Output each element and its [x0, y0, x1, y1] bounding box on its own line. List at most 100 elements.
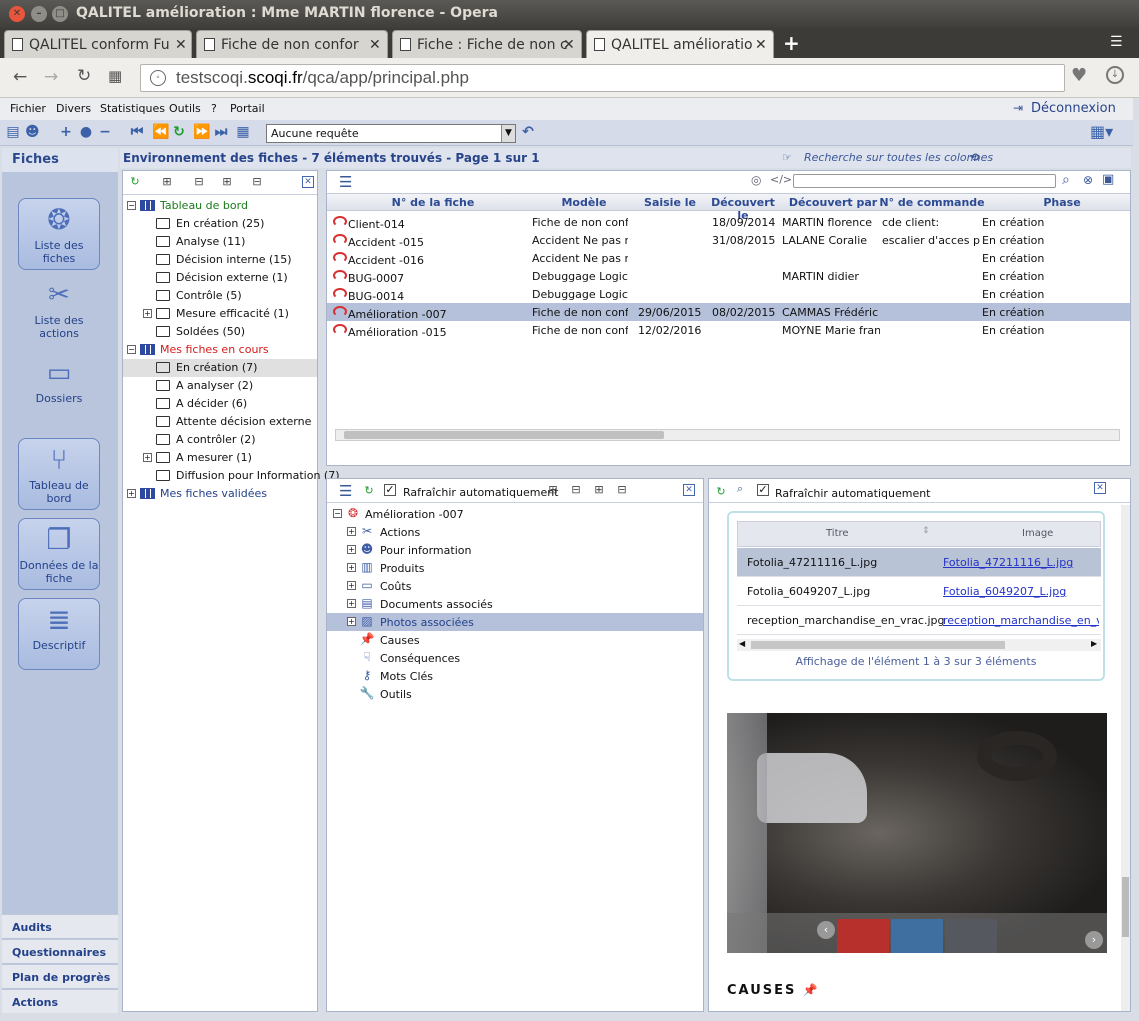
auto-refresh-checkbox[interactable]: ✓ — [384, 484, 396, 496]
grid-search-input[interactable] — [793, 174, 1056, 188]
tree-group-validated[interactable]: + Mes fiches validées — [123, 485, 317, 503]
detail-tree-node[interactable]: + ▤ Documents associés — [327, 595, 703, 613]
minimize-window-button[interactable]: – — [31, 6, 47, 22]
download-icon[interactable]: ↓ — [1106, 66, 1124, 84]
search-icon[interactable]: ⌕ — [1062, 172, 1070, 188]
chevron-down-icon[interactable]: ▼ — [501, 125, 515, 142]
expand-toggle-icon[interactable]: + — [347, 599, 356, 608]
menu-outils[interactable]: Outils — [169, 102, 201, 115]
sidebar-item-questionnaires[interactable]: Questionnaires — [2, 939, 118, 963]
tree-item[interactable]: A analyser (2) — [123, 377, 317, 395]
column-header-decouvert-par[interactable]: Découvert par — [783, 196, 883, 209]
expand-toggle-icon[interactable]: + — [347, 617, 356, 626]
code-icon[interactable]: </> — [770, 173, 792, 186]
column-header-commande[interactable]: N° de commande — [879, 196, 985, 209]
request-select[interactable]: Aucune requête ▼ — [266, 124, 516, 143]
grid-menu-icon[interactable]: ☰ — [339, 173, 352, 191]
tree-item[interactable]: A contrôler (2) — [123, 431, 317, 449]
table-row[interactable]: reception_marchandise_en_vrac.jpg recepti… — [737, 606, 1101, 635]
browser-tab-active[interactable]: QALITEL amélioratio ✕ — [586, 30, 774, 58]
search-all-refresh-icon[interactable]: ⟲ — [970, 151, 979, 164]
sidebar-item-liste-actions[interactable]: ✂ Liste des actions — [18, 278, 100, 340]
detail-tree-node[interactable]: + ✂ Actions — [327, 523, 703, 541]
next-photo-icon[interactable]: › — [1085, 931, 1103, 949]
thumbnail[interactable] — [837, 919, 889, 953]
table-row[interactable]: Client-014 Fiche de non confor 18/09/2014 M… — [327, 213, 1130, 231]
collapse-all-icon[interactable]: ⊟ — [570, 484, 582, 496]
last-page-icon[interactable]: ⏭ — [214, 125, 228, 139]
detail-tree-root[interactable]: − ❂ Amélioration -007 — [327, 505, 703, 523]
menu-divers[interactable]: Divers — [56, 102, 91, 115]
record-icon[interactable]: ● — [79, 125, 93, 139]
refresh-icon[interactable]: ↻ — [172, 125, 186, 139]
table-row[interactable]: Amélioration -007 Fiche de non confor 29/0… — [327, 303, 1130, 321]
previous-page-icon[interactable]: ⏪ — [152, 125, 169, 139]
photo-image-link[interactable]: Fotolia_6049207_L.jpg — [943, 585, 1099, 598]
close-tab-icon[interactable]: ✕ — [563, 37, 575, 53]
expand-icon[interactable]: ⊞ — [221, 176, 233, 188]
close-tab-icon[interactable]: ✕ — [175, 37, 187, 53]
next-page-icon[interactable]: ⏩ — [193, 125, 210, 139]
list-icon[interactable]: ▤ — [6, 125, 20, 139]
column-header-phase[interactable]: Phase — [1027, 196, 1097, 209]
scrollbar-thumb[interactable] — [344, 431, 664, 439]
sidebar-item-descriptif[interactable]: ≣ Descriptif — [18, 598, 100, 670]
detail-tree-node[interactable]: + ▥ Produits — [327, 559, 703, 577]
reload-icon[interactable]: ↻ — [77, 66, 91, 86]
menu-fichier[interactable]: Fichier — [10, 102, 46, 115]
logout-link[interactable]: Déconnexion — [1031, 101, 1116, 116]
table-row[interactable]: Accident -016 Accident Ne pas mo En créati… — [327, 249, 1130, 267]
forward-icon[interactable]: → — [44, 67, 58, 87]
expand-toggle-icon[interactable]: + — [143, 309, 152, 318]
sidebar-item-plan-progres[interactable]: Plan de progrès — [2, 964, 118, 988]
undo-icon[interactable]: ↶ — [521, 125, 535, 139]
browser-tab[interactable]: QALITEL conform Fu ✕ — [4, 30, 192, 58]
scrollbar-thumb[interactable] — [751, 641, 1005, 649]
detail-tree-node[interactable]: + ▨ Photos associées — [327, 613, 703, 631]
new-tab-icon[interactable]: + — [783, 31, 800, 55]
table-row[interactable]: Fotolia_47211116_L.jpg Fotolia_47211116_L… — [737, 548, 1101, 577]
detail-menu-icon[interactable]: ☰ — [339, 482, 352, 500]
sidebar-item-dossiers[interactable]: ▭ Dossiers — [18, 356, 100, 412]
back-icon[interactable]: ← — [13, 67, 27, 87]
previous-photo-icon[interactable]: ‹ — [817, 921, 835, 939]
collapse-icon[interactable]: ⊟ — [616, 484, 628, 496]
tree-item[interactable]: Soldées (50) — [123, 323, 317, 341]
refresh-icon[interactable]: ↻ — [363, 485, 375, 497]
users-icon[interactable]: ☻ — [25, 125, 40, 139]
expand-all-icon[interactable]: ⊞ — [547, 484, 559, 496]
sidebar-item-audits[interactable]: Audits — [2, 914, 118, 938]
first-page-icon[interactable]: ⏮ — [130, 125, 144, 139]
expand-toggle-icon[interactable]: + — [143, 453, 152, 462]
expand-toggle-icon[interactable]: + — [347, 563, 356, 572]
expand-toggle-icon[interactable]: − — [127, 345, 136, 354]
tree-item[interactable]: + Mesure efficacité (1) — [123, 305, 317, 323]
tree-item[interactable]: Décision externe (1) — [123, 269, 317, 287]
tree-item[interactable]: Contrôle (5) — [123, 287, 317, 305]
bookmark-heart-icon[interactable]: ♥ — [1071, 65, 1087, 86]
expand-icon[interactable]: ⊞ — [593, 484, 605, 496]
sort-icon[interactable]: ⇕ — [922, 526, 930, 536]
menu-statistiques[interactable]: Statistiques — [100, 102, 165, 115]
expand-toggle-icon[interactable]: + — [347, 545, 356, 554]
sidebar-item-actions[interactable]: Actions — [2, 989, 118, 1013]
photo-image-link[interactable]: reception_marchandise_en_vrac — [943, 614, 1099, 627]
close-panel-icon[interactable]: ✕ — [683, 484, 695, 496]
sidebar-item-liste-fiches[interactable]: ❂ Liste des fiches — [18, 198, 100, 270]
column-header-saisie[interactable]: Saisie le — [637, 196, 703, 209]
close-tab-icon[interactable]: ✕ — [369, 37, 381, 53]
logout-icon[interactable]: ⇥ — [1013, 101, 1023, 115]
tree-item[interactable]: Attente décision externe — [123, 413, 317, 431]
target-icon[interactable]: ◎ — [751, 173, 761, 187]
close-panel-icon[interactable]: ✕ — [302, 176, 314, 188]
tree-item[interactable]: Diffusion pour Information (7) — [123, 467, 340, 485]
maximize-window-button[interactable]: □ — [52, 6, 68, 22]
menu-help[interactable]: ? — [211, 102, 217, 115]
thumbnail[interactable] — [945, 919, 997, 953]
grid-horizontal-scrollbar[interactable] — [335, 429, 1120, 441]
photos-vertical-scrollbar[interactable] — [1121, 505, 1130, 1011]
column-header-image[interactable]: Image — [1022, 528, 1053, 539]
tree-item[interactable]: En création (25) — [123, 215, 317, 233]
detail-tree-node[interactable]: ⚷ Mots Clés — [327, 667, 703, 685]
expand-toggle-icon[interactable]: + — [347, 527, 356, 536]
